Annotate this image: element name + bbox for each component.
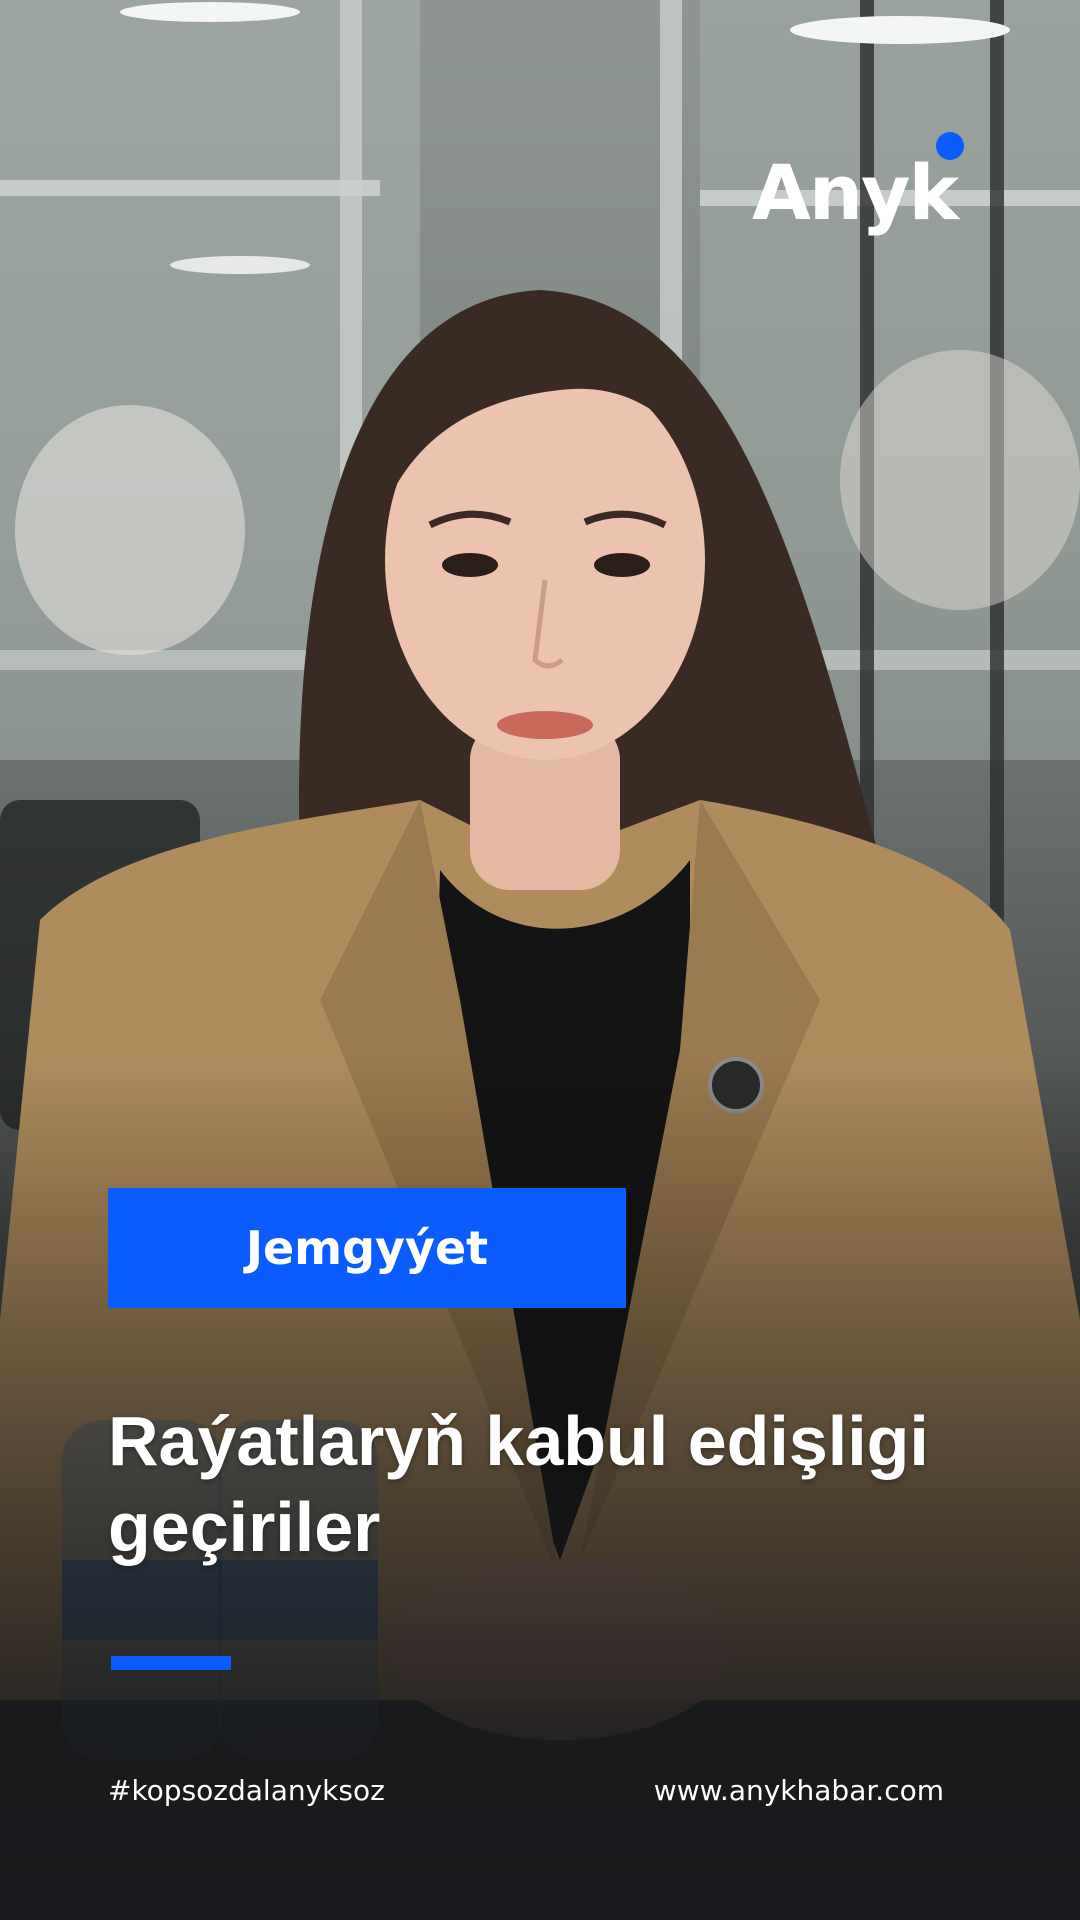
headline: Raýatlaryň kabul edişligi geçiriler [108,1402,929,1566]
headline-accent-bar [111,1656,231,1670]
brand-logo-text: Anyk [752,148,959,237]
brand-logo: Anyk [752,132,972,238]
hashtag-text: #kopsozdalanyksoz [108,1774,385,1807]
background-photo [0,0,1080,1920]
story-frame: Anyk Jemgyýet Raýatlaryň kabul edişligi … [0,0,1080,1920]
category-badge: Jemgyýet [108,1188,626,1308]
bottom-fade-overlay [0,0,1080,1920]
logo-dot-icon [936,132,964,160]
website-link[interactable]: www.anykhabar.com [654,1774,944,1807]
category-label: Jemgyýet [245,1221,489,1275]
